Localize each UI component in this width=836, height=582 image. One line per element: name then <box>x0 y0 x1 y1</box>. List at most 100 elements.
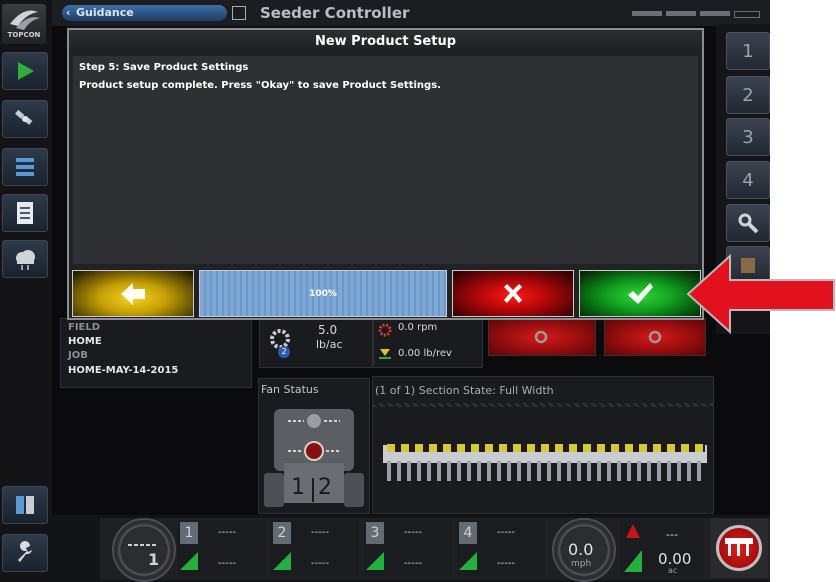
fan-status-title: Fan Status <box>261 383 319 396</box>
field-label: FIELD <box>68 322 101 333</box>
section-header-strip <box>373 403 713 407</box>
status-bar-3 <box>700 11 730 16</box>
product-badge: 2 <box>278 346 290 358</box>
app-title: Seeder Controller <box>260 4 410 22</box>
satellite-button[interactable] <box>2 100 48 138</box>
job-label: JOB <box>68 350 88 361</box>
arrow-left-icon <box>121 282 145 305</box>
bottom-segment-2[interactable]: 2 ----- ----- <box>271 520 359 576</box>
guidance-label: Guidance <box>76 6 134 19</box>
device-icon <box>16 496 34 514</box>
display-screen: TOPCON ‹ Guidance Seeder Controller 1 2 … <box>0 0 770 582</box>
bottom-segment-4[interactable]: 4 ----- ----- <box>457 520 545 576</box>
segment-2-green-flag-icon <box>273 552 291 570</box>
left-toolbar: TOPCON <box>0 0 52 582</box>
report-button[interactable] <box>2 194 48 232</box>
fan-gauge-left: 1 <box>291 475 305 500</box>
section-3-label: 3 <box>742 126 754 148</box>
weather-button[interactable] <box>2 240 48 278</box>
segment-4-green-flag-icon <box>459 552 477 570</box>
callout-arrow-icon <box>686 254 835 334</box>
segment-1-number: 1 <box>180 522 198 544</box>
chevron-left-icon: ‹ <box>66 6 71 19</box>
lb-rev-value: 0.00 lb/rev <box>398 348 452 359</box>
scale-icon <box>379 349 391 359</box>
gear-wrench-icon <box>738 213 759 234</box>
segment-1-bottom: ----- <box>218 558 237 569</box>
bottom-segment-1[interactable]: 1 ----- ----- <box>178 520 266 576</box>
okay-button[interactable] <box>579 270 701 317</box>
speed-gauge[interactable]: 0.0 mph <box>552 518 616 582</box>
settings-wrench-button[interactable] <box>2 534 48 572</box>
section-2-button[interactable]: 2 <box>726 76 770 114</box>
product-rate-panel: 2 5.0 lb/ac <box>259 318 373 368</box>
section-2-label: 2 <box>742 84 754 106</box>
section-1-button[interactable]: 1 <box>726 32 770 70</box>
planter-rows <box>387 461 705 481</box>
progress-label: 100% <box>309 288 337 299</box>
fan-gauge-right: 2 <box>318 475 332 500</box>
rpm-gear-icon <box>378 323 392 337</box>
topcon-logo: TOPCON <box>2 4 46 44</box>
guidance-button[interactable] <box>2 52 48 90</box>
planter-bar-yellow-tops <box>387 444 705 452</box>
fan-gauge-divider <box>312 478 314 502</box>
guidance-tab[interactable]: ‹ Guidance <box>62 5 227 21</box>
field-value: HOME <box>68 336 102 347</box>
new-product-setup-dialog: New Product Setup Step 5: Save Product S… <box>67 28 704 320</box>
segment-2-bottom: ----- <box>311 558 330 569</box>
left-gauge-number: 1 <box>148 550 160 569</box>
segment-4-number: 4 <box>459 522 477 544</box>
segment-1-top: ----- <box>218 527 237 538</box>
rate-value: 5.0 <box>318 323 338 337</box>
fan-status-panel: Fan Status 1 2 <box>258 378 370 514</box>
segment-4-top: ----- <box>497 527 516 538</box>
segment-3-bottom: ----- <box>404 558 423 569</box>
window-toggle-icon[interactable] <box>232 6 246 20</box>
logo-mark-icon <box>10 10 40 30</box>
job-value: HOME-MAY-14-2015 <box>68 365 179 376</box>
status-bar-4 <box>734 11 760 18</box>
dialog-message-text: Product setup complete. Press "Okay" to … <box>79 80 441 91</box>
segment-1-green-flag-icon <box>180 552 198 570</box>
bottom-segment-3[interactable]: 3 ----- ----- <box>364 520 452 576</box>
section-control-button-1[interactable] <box>488 318 596 356</box>
dialog-step-text: Step 5: Save Product Settings <box>79 62 249 73</box>
segment-2-number: 2 <box>273 522 291 544</box>
left-gauge-dashes <box>128 544 158 546</box>
segment-4-bottom: ----- <box>497 558 516 569</box>
checkmark-icon <box>628 282 653 304</box>
field-job-panel: FIELD HOME JOB HOME-MAY-14-2015 <box>60 318 252 388</box>
rpm-value: 0.0 rpm <box>398 322 438 333</box>
tool-settings-button[interactable] <box>726 204 770 242</box>
refresh-icon <box>534 330 548 344</box>
section-4-button[interactable]: 4 <box>726 161 770 199</box>
status-bar-1 <box>632 11 662 16</box>
dialog-title: New Product Setup <box>69 30 702 54</box>
area-panel[interactable]: --- 0.00 ac <box>620 520 704 576</box>
implement-icon <box>725 538 753 556</box>
master-switch-button[interactable] <box>710 518 768 578</box>
section-3-button[interactable]: 3 <box>726 118 770 156</box>
logo-text: TOPCON <box>7 31 41 39</box>
section-state-title: (1 of 1) Section State: Full Width <box>375 384 554 397</box>
cancel-button[interactable] <box>452 270 574 317</box>
seeder-cart-icon <box>264 409 364 507</box>
segment-2-top: ----- <box>311 527 330 538</box>
speed-value: 0.0 <box>568 540 594 559</box>
rate-unit: lb/ac <box>316 338 343 351</box>
refresh-icon <box>648 330 662 344</box>
area-flag-green-icon <box>624 550 642 572</box>
segment-3-top: ----- <box>404 527 423 538</box>
back-button[interactable] <box>72 270 194 317</box>
section-4-label: 4 <box>742 169 754 191</box>
section-1-label: 1 <box>742 40 754 62</box>
progress-bar: 100% <box>199 270 447 317</box>
satellite-icon <box>15 109 33 125</box>
left-seed-gauge[interactable]: 1 <box>112 518 176 582</box>
system-button[interactable] <box>2 486 48 524</box>
top-bar: ‹ Guidance Seeder Controller <box>52 0 770 26</box>
area-flag-red-icon <box>626 524 640 538</box>
layers-button[interactable] <box>2 148 48 186</box>
speed-unit: mph <box>571 559 592 569</box>
